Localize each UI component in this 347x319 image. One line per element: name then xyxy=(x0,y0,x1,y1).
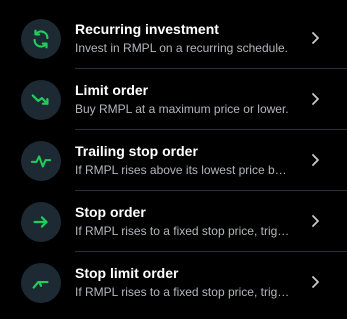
chevron-right-icon xyxy=(312,215,319,227)
order-type-list: Recurring investment Invest in RMPL on a… xyxy=(0,0,347,319)
order-option-limit-order[interactable]: Limit order Buy RMPL at a maximum price … xyxy=(0,69,347,130)
order-subtitle: Invest in RMPL on a recurring schedule. xyxy=(75,41,288,55)
order-subtitle: If RMPL rises to a fixed stop price, tri… xyxy=(75,224,290,238)
chevron-right-icon xyxy=(312,154,319,166)
order-option-stop-order[interactable]: Stop order If RMPL rises to a fixed stop… xyxy=(0,191,347,252)
chevron-right-icon xyxy=(312,276,319,288)
order-option-stop-limit-order[interactable]: Stop limit order If RMPL rises to a fixe… xyxy=(0,252,347,313)
order-title: Recurring investment xyxy=(75,21,219,37)
chevron-right-icon xyxy=(312,93,319,105)
order-title: Trailing stop order xyxy=(75,143,198,159)
arrow-right-icon xyxy=(21,202,61,242)
order-option-recurring-investment[interactable]: Recurring investment Invest in RMPL on a… xyxy=(0,8,347,69)
recurring-icon xyxy=(21,19,61,59)
order-subtitle: If RMPL rises to a fixed stop price, tri… xyxy=(75,285,290,299)
stop-limit-icon xyxy=(21,263,61,303)
order-subtitle: If RMPL rises above its lowest price by … xyxy=(75,163,290,177)
trend-down-icon xyxy=(21,80,61,120)
pulse-icon xyxy=(21,141,61,181)
order-title: Stop limit order xyxy=(75,265,179,281)
order-title: Stop order xyxy=(75,204,146,220)
chevron-right-icon xyxy=(312,32,319,44)
order-title: Limit order xyxy=(75,82,149,98)
order-subtitle: Buy RMPL at a maximum price or lower. xyxy=(75,102,289,116)
order-option-trailing-stop-order[interactable]: Trailing stop order If RMPL rises above … xyxy=(0,130,347,191)
